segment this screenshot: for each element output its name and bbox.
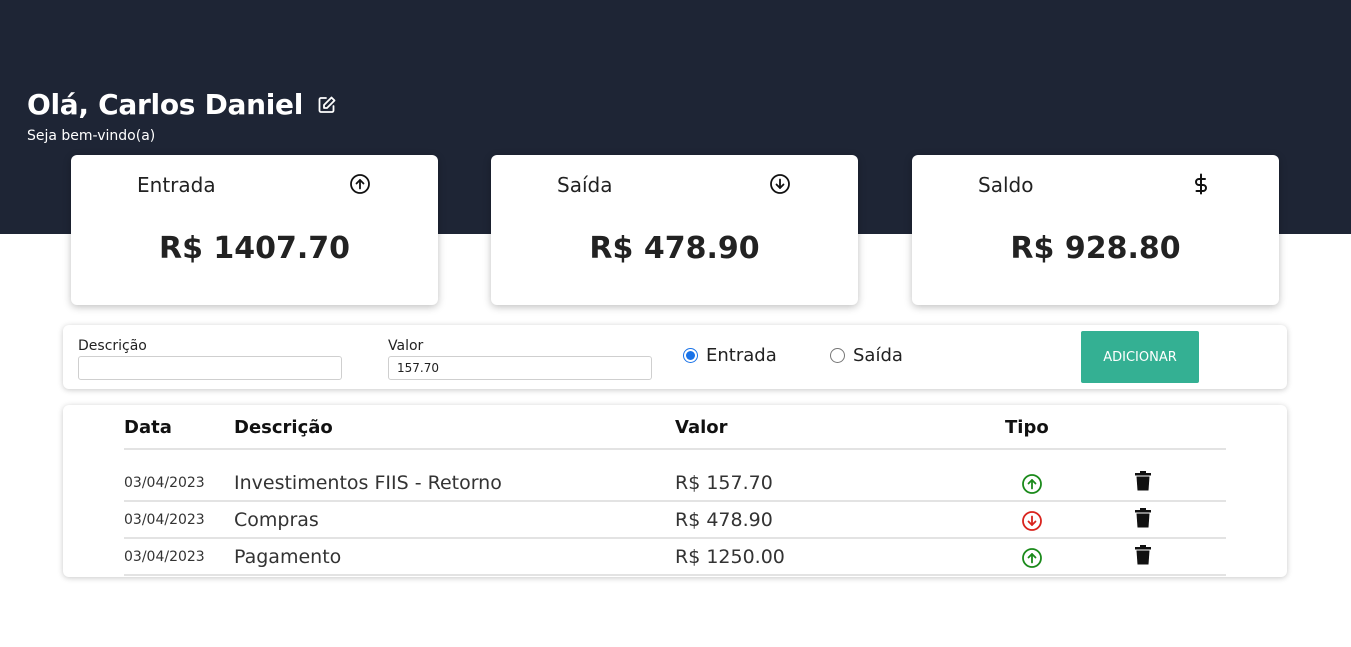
edit-icon[interactable] [317, 95, 337, 115]
column-header-value: Valor [675, 417, 728, 438]
row-value: R$ 157.70 [675, 472, 773, 494]
arrow-down-circle-icon [769, 173, 791, 195]
arrow-up-circle-icon [1021, 547, 1043, 569]
page-title: Olá, Carlos Daniel [27, 88, 304, 121]
add-button[interactable]: ADICIONAR [1081, 331, 1199, 383]
radio-saida[interactable]: Saída [830, 345, 903, 366]
arrow-up-circle-icon [1021, 473, 1043, 495]
value-input[interactable] [388, 356, 652, 380]
card-label: Entrada [137, 173, 216, 197]
greeting-row: Olá, Carlos Daniel [27, 88, 337, 121]
trash-icon[interactable] [1134, 508, 1152, 528]
welcome-text: Seja bem-vindo(a) [27, 128, 156, 144]
row-description: Pagamento [234, 546, 342, 568]
description-input[interactable] [78, 356, 342, 380]
header-divider [124, 448, 1226, 450]
row-description: Investimentos FIIS - Retorno [234, 472, 502, 494]
card-value: R$ 1407.70 [158, 231, 351, 266]
row-description: Compras [234, 509, 319, 531]
trash-icon[interactable] [1134, 471, 1152, 491]
row-date: 03/04/2023 [124, 512, 205, 528]
card-saldo: Saldo R$ 928.80 [912, 155, 1279, 305]
column-header-type: Tipo [1005, 417, 1049, 438]
dollar-icon [1190, 173, 1212, 195]
arrow-up-circle-icon [349, 173, 371, 195]
column-header-description: Descrição [234, 417, 333, 438]
radio-entrada-dot[interactable] [683, 348, 698, 363]
table-row: 03/04/2023 Investimentos FIIS - Retorno … [124, 465, 1226, 502]
value-label: Valor [388, 338, 424, 354]
radio-entrada[interactable]: Entrada [683, 345, 777, 366]
transaction-form: Descrição Valor Entrada Saída ADICIONAR [63, 325, 1287, 389]
arrow-down-circle-icon [1021, 510, 1043, 532]
card-value: R$ 478.90 [589, 231, 760, 266]
column-header-date: Data [124, 417, 172, 438]
card-label: Saldo [978, 173, 1034, 197]
row-date: 03/04/2023 [124, 549, 205, 565]
radio-saida-dot[interactable] [830, 348, 845, 363]
description-label: Descrição [78, 338, 147, 354]
row-value: R$ 478.90 [675, 509, 773, 531]
radio-saida-label: Saída [853, 345, 903, 366]
row-date: 03/04/2023 [124, 475, 205, 491]
transactions-table: Data Descrição Valor Tipo 03/04/2023 Inv… [63, 405, 1287, 577]
card-value: R$ 928.80 [1010, 231, 1181, 266]
card-label: Saída [557, 173, 613, 197]
card-saida: Saída R$ 478.90 [491, 155, 858, 305]
radio-entrada-label: Entrada [706, 345, 777, 366]
trash-icon[interactable] [1134, 545, 1152, 565]
row-value: R$ 1250.00 [675, 546, 785, 568]
table-row: 03/04/2023 Pagamento R$ 1250.00 [124, 539, 1226, 576]
card-entrada: Entrada R$ 1407.70 [71, 155, 438, 305]
table-row: 03/04/2023 Compras R$ 478.90 [124, 502, 1226, 539]
